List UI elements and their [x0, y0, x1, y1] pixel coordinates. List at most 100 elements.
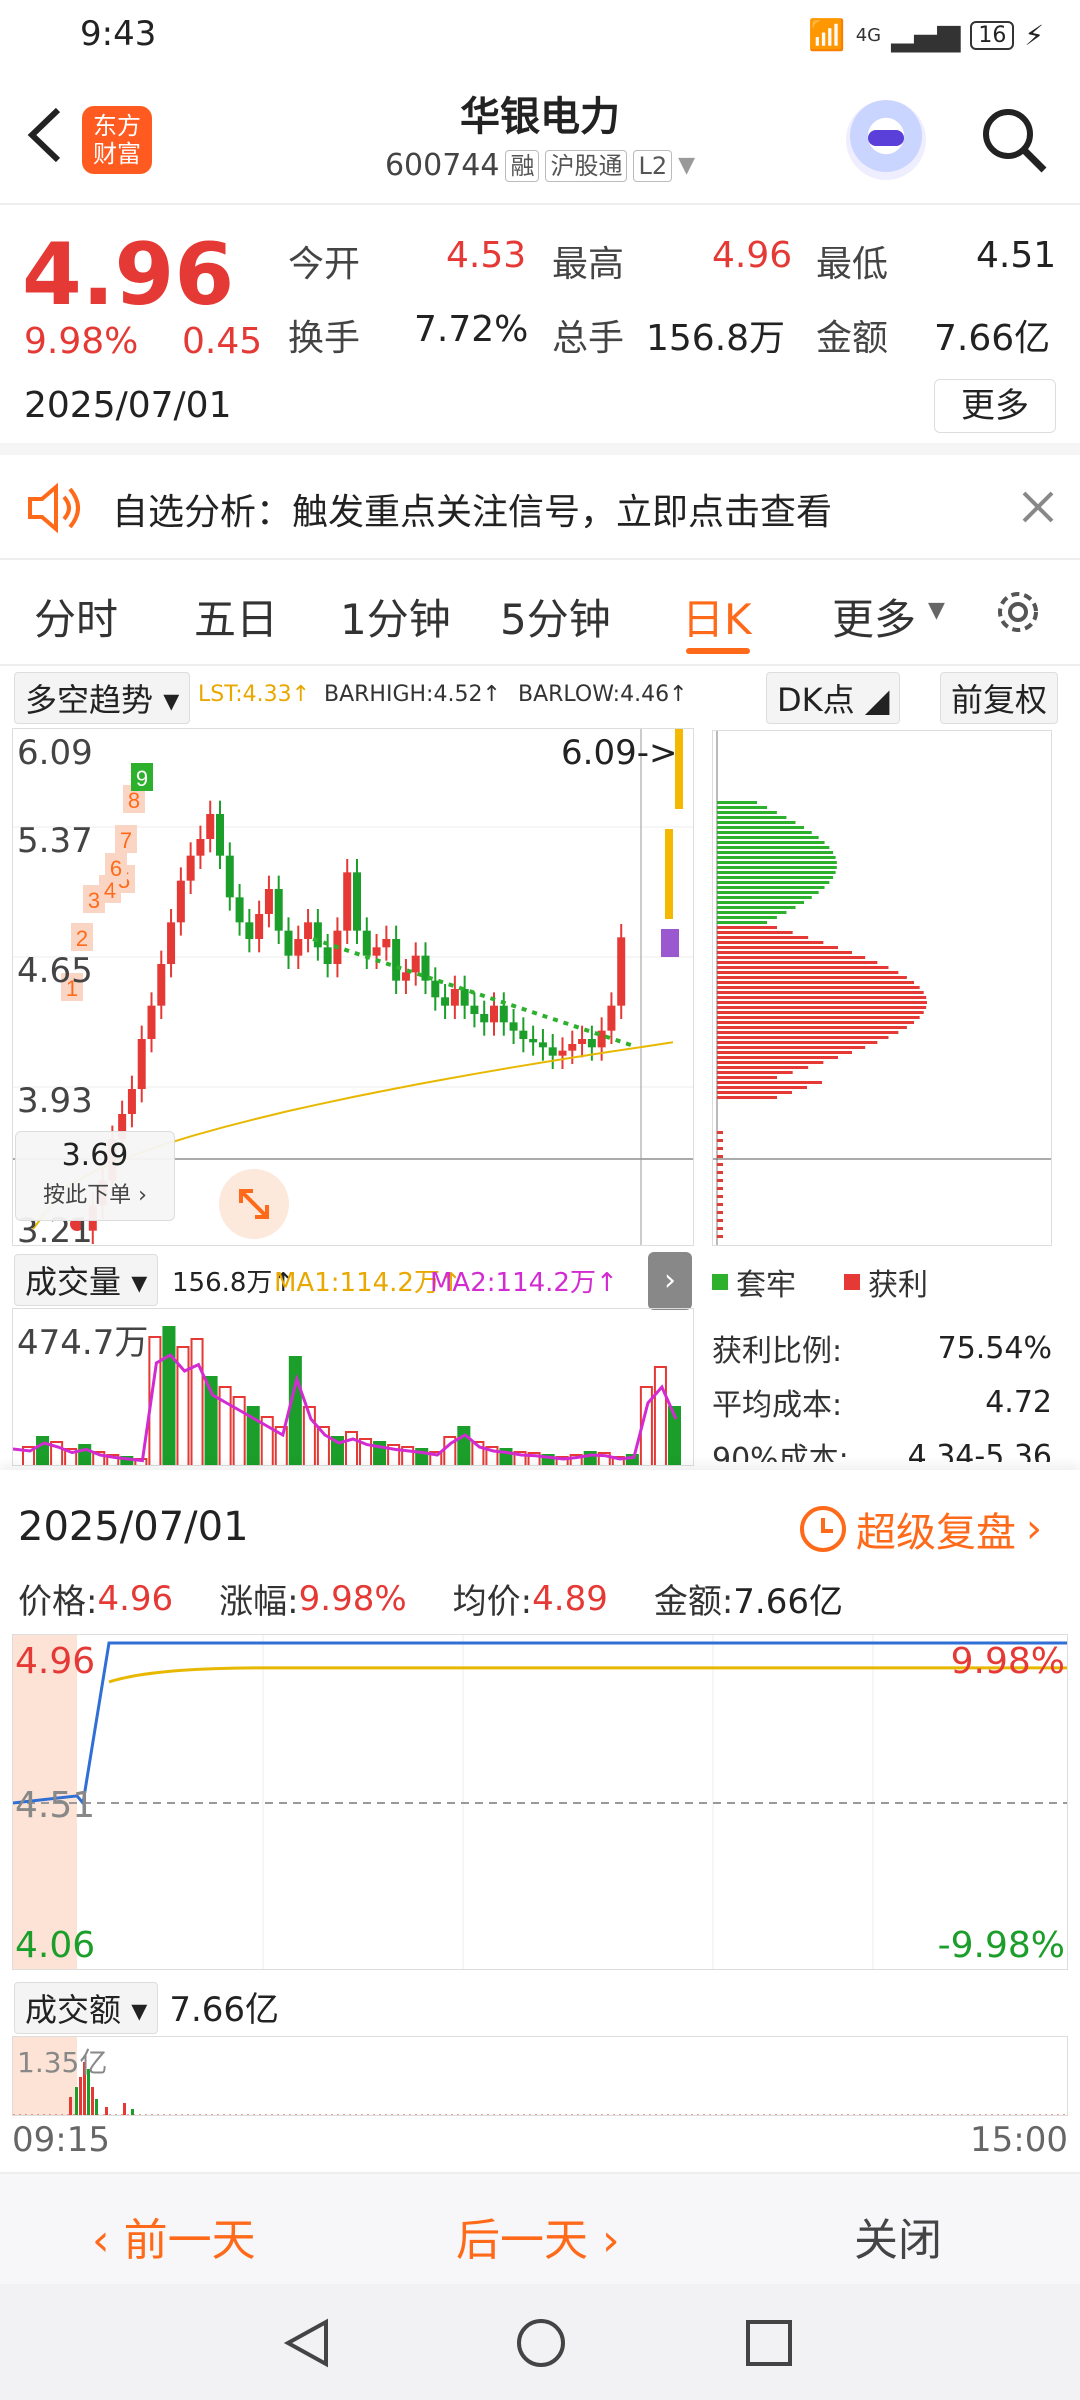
assistant-avatar[interactable] — [846, 100, 926, 180]
trend-dash — [312, 937, 634, 1048]
expand-icon[interactable] — [219, 1169, 289, 1239]
volume-select[interactable]: 成交量 ▾ — [14, 1254, 159, 1306]
tag-level2: L2 — [633, 149, 673, 182]
chip-bar — [717, 1026, 907, 1029]
chip-bar — [717, 1001, 927, 1004]
amount-bar — [105, 2107, 108, 2115]
chip-bar — [717, 1056, 839, 1059]
tab-more[interactable]: 更多 — [832, 586, 916, 647]
candle-body — [617, 937, 626, 1006]
tab-daily-k[interactable]: 日K — [682, 586, 752, 647]
chip-bar — [717, 1076, 777, 1079]
label-volume: 总手 — [552, 318, 625, 359]
search-icon[interactable] — [978, 104, 1050, 176]
chip-bar-low — [717, 1195, 723, 1198]
change-percent: 9.98% — [24, 321, 139, 362]
candle-body — [353, 872, 361, 931]
candle-body — [411, 955, 420, 973]
prev-day-label: 前一天 — [123, 2215, 256, 2266]
label-amount: 金额 — [816, 318, 889, 359]
indicator-select[interactable]: 多空趋势 ▾ — [14, 672, 191, 724]
volume-chart[interactable]: 474.7万 — [12, 1308, 694, 1466]
chip-bar-low — [717, 1179, 723, 1182]
chip-bar-low — [717, 1147, 723, 1150]
chip-bar-low — [717, 1203, 723, 1206]
battery-icon: 16 — [970, 21, 1015, 50]
candle-body — [401, 972, 410, 981]
candle-body — [284, 930, 293, 956]
label-high: 最高 — [552, 244, 625, 285]
collapse-arrow-icon[interactable]: › — [648, 1252, 692, 1310]
close-button[interactable]: 关闭 — [854, 2204, 942, 2268]
volume-bar — [288, 1356, 302, 1465]
amount-chart[interactable]: 1.35亿 — [12, 2036, 1068, 2116]
chip-bar-low — [717, 1235, 723, 1238]
intra-pct-top: 9.98% — [950, 1641, 1065, 1682]
value-open: 4.53 — [446, 235, 527, 276]
candle-body — [499, 1005, 508, 1023]
kline-chart[interactable]: 123456789 6.09 5.37 4.65 3.93 3.21 6.09-… — [12, 728, 694, 1246]
legend-trap: 套牢 — [736, 1268, 796, 1303]
candle-body — [147, 1005, 156, 1039]
dropdown-icon[interactable]: ▼ — [678, 153, 695, 178]
chip-bar — [717, 1091, 792, 1094]
chip-label-1: 获利比例: — [712, 1334, 843, 1369]
candle-body — [362, 930, 371, 956]
candle-body — [167, 922, 176, 964]
chip-bar — [717, 831, 812, 834]
tab-5min[interactable]: 5分钟 — [500, 586, 611, 647]
chip-bar — [717, 886, 825, 889]
prev-day-button[interactable]: ‹ 前一天 — [92, 2204, 256, 2268]
chip-bar — [717, 1036, 889, 1039]
candle-body — [186, 855, 195, 881]
chip-bar — [717, 841, 825, 844]
chip-bar — [717, 1066, 809, 1069]
more-button[interactable]: 更多 — [934, 379, 1056, 433]
amt-svg — [13, 2037, 1067, 2115]
notice-bar[interactable]: 自选分析：触发重点关注信号，立即点击查看 — [0, 455, 1080, 560]
amount-select[interactable]: 成交额 ▾ — [14, 1982, 159, 2034]
tab-1min[interactable]: 1分钟 — [340, 586, 451, 647]
settings-gear-icon[interactable] — [990, 584, 1046, 640]
nav-recent-icon[interactable] — [744, 2318, 794, 2368]
chip-bar — [717, 851, 834, 854]
close-icon[interactable] — [1018, 487, 1058, 527]
y-label-4: 3.93 — [17, 1081, 93, 1121]
volume-bar — [190, 1338, 204, 1465]
intraday-date: 2025/07/01 — [18, 1504, 249, 1550]
tag-margin: 融 — [505, 149, 540, 182]
chip-bar — [717, 1041, 878, 1044]
nav-back-icon[interactable] — [280, 2316, 334, 2370]
candle-body — [137, 1039, 146, 1089]
amount-bar — [95, 2099, 98, 2115]
amount-bar — [123, 2103, 126, 2115]
tab-timeshare[interactable]: 分时 — [34, 586, 118, 647]
candle-body — [450, 989, 459, 1006]
chip-bar — [717, 976, 907, 979]
candle-body — [392, 939, 401, 981]
adjust-button[interactable]: 前复权 — [940, 672, 1059, 724]
candle-body — [235, 897, 244, 923]
chip-value-1: 75.54% — [937, 1330, 1052, 1366]
chip-bar-low — [717, 1155, 723, 1158]
chip-svg — [713, 731, 1051, 1245]
chip-bar — [717, 806, 768, 809]
chip-bar — [717, 826, 805, 829]
chip-bar — [717, 821, 796, 824]
intra-y-top: 4.96 — [15, 1641, 96, 1682]
candle-body — [529, 1039, 538, 1043]
cursor-price-box[interactable]: 3.69 按此下单 › — [15, 1131, 175, 1221]
chip-bar — [717, 946, 839, 949]
intraday-chart[interactable]: 4.96 4.51 4.06 9.98% -9.98% — [12, 1634, 1068, 1970]
super-replay-button[interactable]: 超级复盘 › — [800, 1500, 1042, 1558]
next-day-button[interactable]: 后一天 › — [456, 2204, 620, 2268]
chip-bar — [717, 906, 796, 909]
chip-value-2: 4.72 — [985, 1384, 1052, 1420]
volume-bar — [36, 1436, 50, 1465]
chip-distribution[interactable] — [712, 730, 1052, 1246]
dk-point-button[interactable]: DK点 ◢ — [766, 672, 901, 724]
nav-home-icon[interactable] — [514, 2316, 568, 2370]
chip-bar-low — [717, 1163, 723, 1166]
tab-five-day[interactable]: 五日 — [194, 586, 278, 647]
chip-bar — [717, 1086, 807, 1089]
